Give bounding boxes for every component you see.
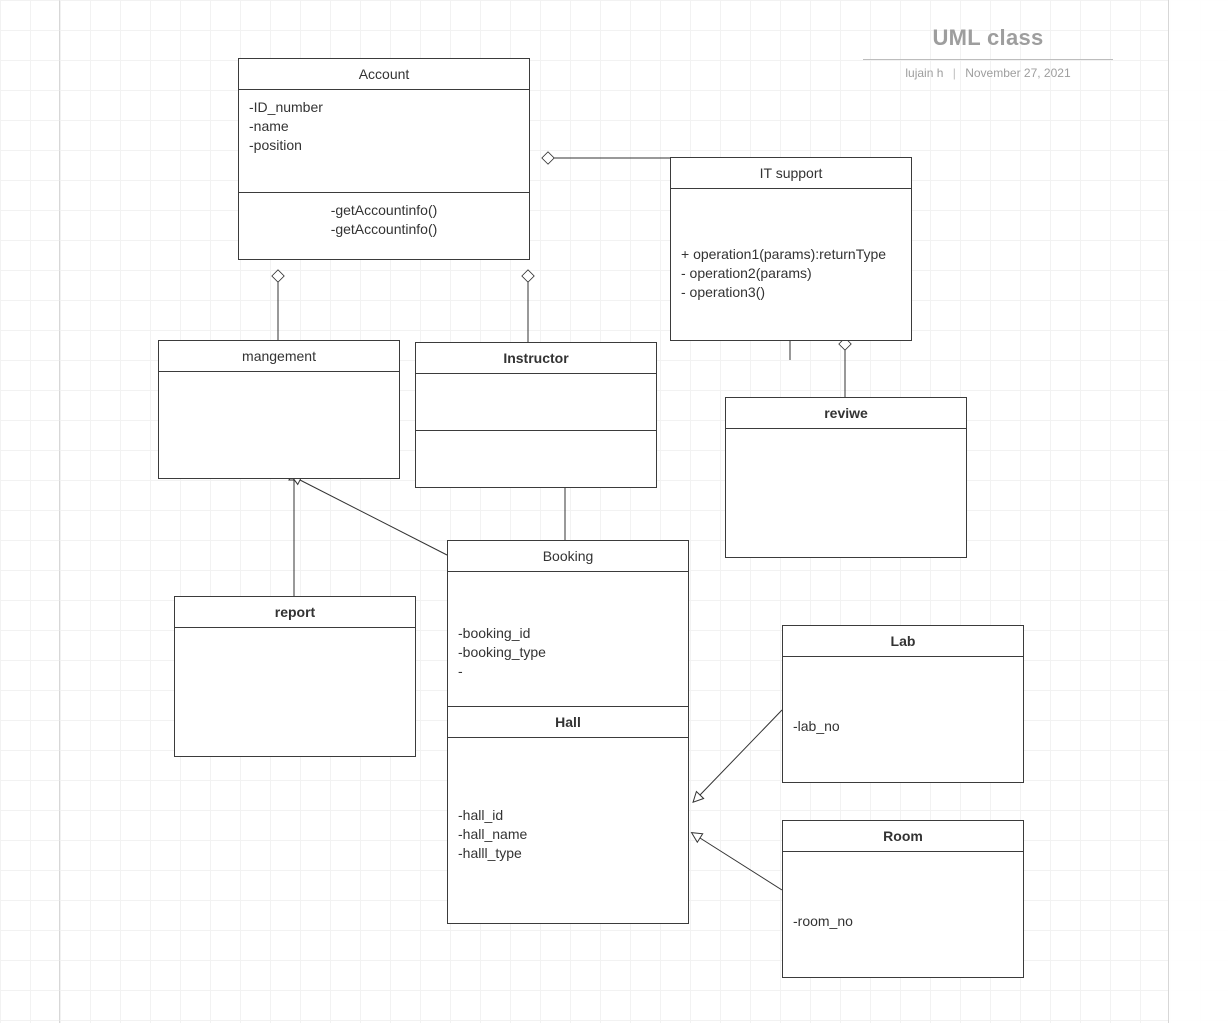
attributes: -ID_number -name -position	[239, 90, 529, 193]
attr: -position	[249, 136, 519, 155]
class-hall[interactable]: Hall -hall_id -hall_name -halll_type	[447, 706, 689, 924]
attr: -ID_number	[249, 98, 519, 117]
attr: -hall_name	[458, 825, 678, 844]
class-instructor[interactable]: Instructor	[415, 342, 657, 488]
attr: -booking_type	[458, 643, 678, 662]
attributes: -lab_no	[783, 717, 1023, 782]
canvas: UML class lujain h | November 27, 2021 A…	[0, 0, 1228, 1023]
attr: -	[458, 662, 678, 681]
attr: -name	[249, 117, 519, 136]
diagram-title: UML class lujain h | November 27, 2021	[858, 25, 1118, 80]
attributes: -room_no	[783, 912, 1023, 977]
class-name: Room	[783, 821, 1023, 852]
title-text: UML class	[858, 25, 1118, 51]
class-name: Lab	[783, 626, 1023, 657]
body	[175, 628, 415, 756]
spacer	[783, 657, 1023, 717]
class-management[interactable]: mangement	[158, 340, 400, 479]
attr: -lab_no	[793, 717, 1013, 736]
title-meta: lujain h | November 27, 2021	[858, 66, 1118, 80]
class-it-support[interactable]: IT support + operation1(params):returnTy…	[670, 157, 912, 341]
class-booking[interactable]: Booking -booking_id -booking_type -	[447, 540, 689, 716]
class-name: IT support	[671, 158, 911, 189]
op: - operation2(params)	[681, 264, 901, 283]
class-name: Hall	[448, 707, 688, 738]
class-report[interactable]: report	[174, 596, 416, 757]
attr: -hall_id	[458, 806, 678, 825]
op: + operation1(params):returnType	[681, 245, 901, 264]
op: - operation3()	[681, 283, 901, 302]
methods: -getAccountinfo() -getAccountinfo()	[239, 193, 529, 259]
class-name: report	[175, 597, 415, 628]
spacer	[783, 852, 1023, 912]
attributes: -hall_id -hall_name -halll_type	[448, 798, 688, 923]
author: lujain h	[905, 66, 943, 80]
attr: -room_no	[793, 912, 1013, 931]
method: -getAccountinfo()	[249, 201, 519, 220]
methods	[416, 431, 656, 487]
class-name: Booking	[448, 541, 688, 572]
class-account[interactable]: Account -ID_number -name -position -getA…	[238, 58, 530, 260]
class-lab[interactable]: Lab -lab_no	[782, 625, 1024, 783]
attributes: -booking_id -booking_type -	[448, 616, 688, 715]
operations: + operation1(params):returnType - operat…	[671, 245, 911, 340]
body	[159, 372, 399, 478]
title-rule	[863, 59, 1113, 60]
attr: -halll_type	[458, 844, 678, 863]
class-review[interactable]: reviwe	[725, 397, 967, 558]
class-name: reviwe	[726, 398, 966, 429]
class-name: Account	[239, 59, 529, 90]
attributes	[416, 374, 656, 431]
class-name: mangement	[159, 341, 399, 372]
date: November 27, 2021	[965, 66, 1070, 80]
spacer	[448, 738, 688, 798]
class-name: Instructor	[416, 343, 656, 374]
method: -getAccountinfo()	[249, 220, 519, 239]
class-room[interactable]: Room -room_no	[782, 820, 1024, 978]
meta-separator: |	[953, 66, 956, 80]
spacer	[671, 189, 911, 245]
attr: -booking_id	[458, 624, 678, 643]
spacer	[448, 572, 688, 616]
body	[726, 429, 966, 557]
